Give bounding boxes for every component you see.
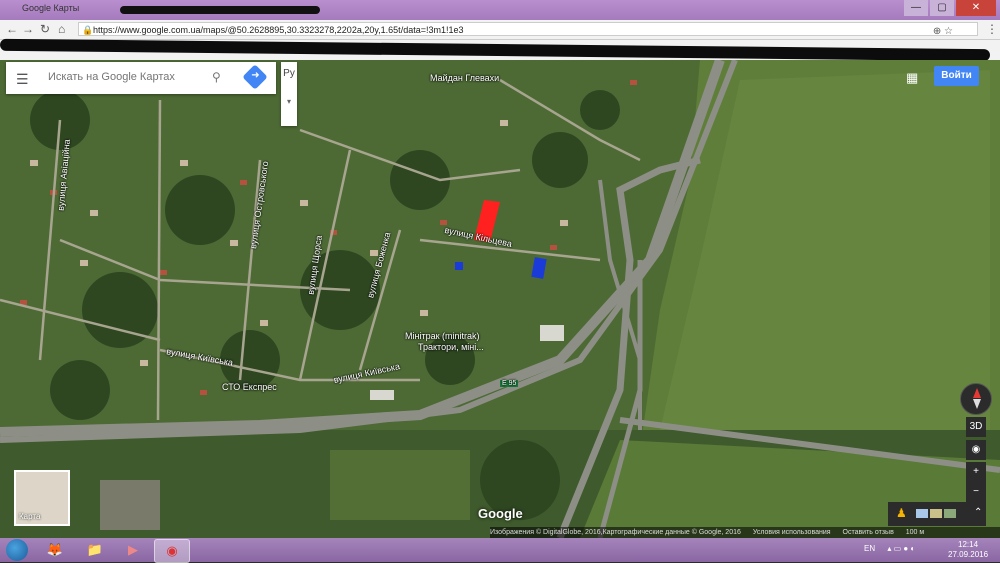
minimize-button[interactable]: — bbox=[904, 0, 928, 16]
map-type-label: Карта bbox=[19, 512, 41, 521]
maximize-button[interactable]: ▢ bbox=[930, 0, 954, 16]
start-button[interactable] bbox=[6, 539, 28, 561]
taskbar: 🦊 📁 ▶ ◉ EN ▴ ▭ ● ◐ 12:14 27.09.2016 bbox=[0, 538, 1000, 563]
redaction-scribble bbox=[120, 6, 320, 14]
imagery-thumb-2[interactable] bbox=[930, 509, 942, 518]
imagery-credits: Изображения © DigitalGlobe, 2016,Картогр… bbox=[490, 529, 741, 536]
directions-icon[interactable]: ➜ bbox=[242, 64, 268, 90]
search-input[interactable] bbox=[46, 70, 210, 84]
language-label: Ру bbox=[283, 68, 295, 79]
search-icon[interactable]: ⚲ bbox=[212, 70, 221, 84]
menu-icon[interactable]: ☰ bbox=[16, 71, 29, 88]
clock[interactable]: 12:14 27.09.2016 bbox=[948, 540, 988, 560]
zoom-out-button[interactable]: − bbox=[966, 482, 986, 502]
reload-icon[interactable]: ↻ bbox=[40, 22, 50, 36]
back-icon[interactable]: ← bbox=[6, 22, 18, 36]
forward-icon[interactable]: → bbox=[22, 22, 34, 36]
redaction-scribble bbox=[0, 38, 991, 62]
browser-titlebar: Google Карты — ▢ ✕ bbox=[0, 0, 1000, 20]
imagery-toolbar: ♟ ⌃ bbox=[888, 502, 986, 526]
clock-time: 12:14 bbox=[958, 540, 979, 549]
zoom-in-button[interactable]: + bbox=[966, 462, 986, 482]
imagery-thumb-3[interactable] bbox=[944, 509, 956, 518]
my-location-icon[interactable]: ◉ bbox=[966, 440, 986, 460]
scale-bar[interactable]: 100 м bbox=[906, 529, 924, 536]
system-tray: EN ▴ ▭ ● ◐ bbox=[864, 544, 915, 553]
signin-button[interactable]: Войти bbox=[934, 66, 979, 86]
map-search-box: ☰ ⚲ ➜ bbox=[6, 62, 276, 94]
road-shield-e95: E 95 bbox=[500, 380, 519, 387]
language-switch[interactable]: Ру ▾ bbox=[281, 62, 297, 126]
browser-menu-icon[interactable]: ⋮ bbox=[986, 22, 998, 36]
close-button[interactable]: ✕ bbox=[956, 0, 996, 16]
tab-title[interactable]: Google Карты bbox=[22, 3, 79, 13]
taskbar-media-icon[interactable]: ▶ bbox=[116, 539, 150, 561]
lock-icon: 🔒 bbox=[82, 25, 94, 35]
place-label-maidan[interactable]: Майдан Глевахи bbox=[430, 73, 499, 83]
clock-date: 27.09.2016 bbox=[948, 550, 989, 559]
place-label-minitrak[interactable]: Мінітрак (minitrak) bbox=[405, 331, 480, 341]
map-footer: Изображения © DigitalGlobe, 2016,Картогр… bbox=[490, 527, 1000, 538]
chevron-down-icon[interactable]: ▾ bbox=[281, 97, 297, 106]
imagery-thumb-1[interactable] bbox=[916, 509, 928, 518]
url-text: https://www.google.com.ua/maps/@50.26288… bbox=[93, 25, 464, 35]
map-type-toggle[interactable]: Карта bbox=[14, 470, 70, 526]
home-icon[interactable]: ⌂ bbox=[58, 22, 65, 36]
google-logo: Google bbox=[478, 506, 523, 521]
place-label-sto[interactable]: СТО Експрес bbox=[222, 382, 277, 392]
feedback-link[interactable]: Оставить отзыв bbox=[843, 529, 894, 536]
compass-icon[interactable] bbox=[960, 383, 992, 415]
zoom-star-icons[interactable]: ⊕ ☆ bbox=[933, 25, 953, 39]
tilt-3d-button[interactable]: 3D bbox=[966, 417, 986, 437]
tray-icons[interactable]: ▴ ▭ ● ◐ bbox=[887, 544, 915, 553]
satellite-map[interactable]: Майдан Глевахи вулиця Кільцева вулиця Ки… bbox=[0, 60, 1000, 538]
satellite-imagery bbox=[0, 60, 1000, 538]
keyboard-language[interactable]: EN bbox=[864, 544, 875, 553]
taskbar-firefox-icon[interactable]: 🦊 bbox=[38, 539, 72, 561]
address-bar[interactable]: 🔒 https://www.google.com.ua/maps/@50.262… bbox=[78, 22, 978, 39]
taskbar-chrome-icon[interactable]: ◉ bbox=[154, 539, 190, 563]
window-controls: — ▢ ✕ bbox=[902, 0, 996, 16]
browser-toolbar: ← → ↻ ⌂ 🔒 https://www.google.com.ua/maps… bbox=[0, 20, 1000, 40]
apps-grid-icon[interactable]: ▦ bbox=[906, 70, 918, 86]
place-label-minitrak-desc: Трактори, міні... bbox=[418, 342, 484, 352]
taskbar-explorer-icon[interactable]: 📁 bbox=[78, 539, 112, 561]
expand-icon[interactable]: ⌃ bbox=[974, 507, 982, 518]
bookmarks-bar bbox=[0, 38, 1000, 62]
pegman-icon[interactable]: ♟ bbox=[896, 506, 907, 520]
terms-link[interactable]: Условия использования bbox=[753, 529, 831, 536]
